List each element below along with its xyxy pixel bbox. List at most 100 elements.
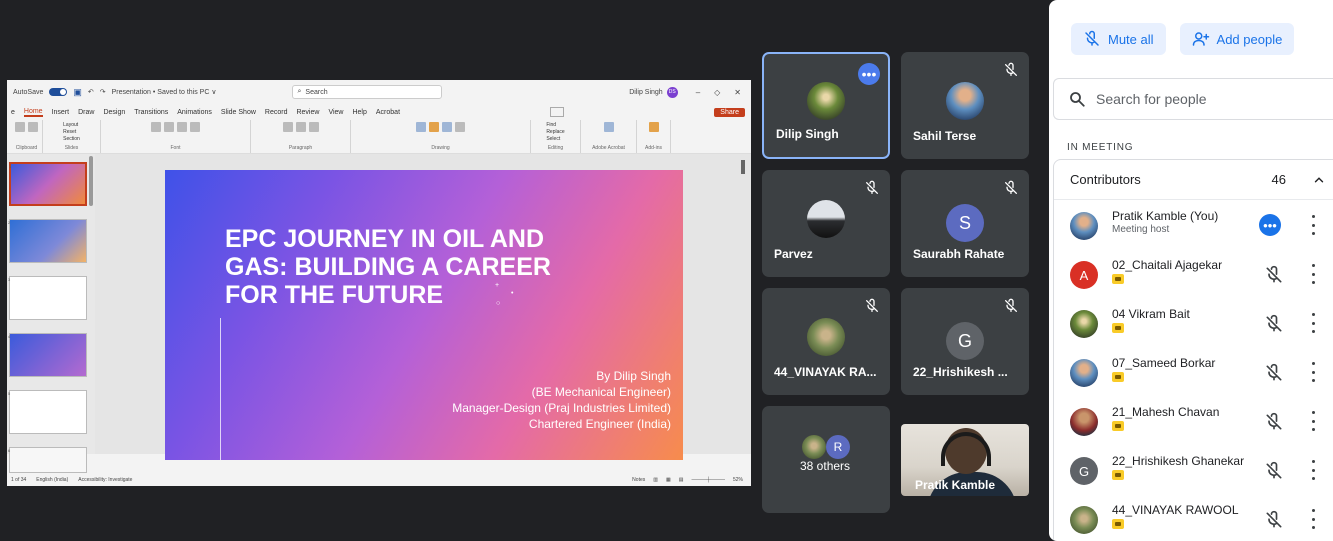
- ribbon-tab[interactable]: Acrobat: [376, 109, 400, 116]
- ribbon-tab[interactable]: Review: [296, 109, 319, 116]
- ppt-user[interactable]: Dilip Singh DS: [629, 86, 678, 98]
- mic-off-icon[interactable]: [1264, 461, 1284, 481]
- slide-thumbnail[interactable]: 2: [8, 219, 87, 263]
- ribbon-display-icon[interactable]: ◇: [714, 88, 720, 97]
- participant-tile-vinayak[interactable]: 44_VINAYAK RA...: [762, 288, 890, 395]
- kebab-menu-icon[interactable]: [1310, 313, 1316, 333]
- language-status[interactable]: English (India): [36, 477, 68, 483]
- kebab-menu-icon[interactable]: [1310, 460, 1316, 480]
- bullets-icon[interactable]: [282, 122, 293, 132]
- document-title[interactable]: Presentation • Saved to this PC ∨: [112, 88, 217, 96]
- layout-button[interactable]: Layout: [63, 122, 80, 129]
- autosave-toggle[interactable]: [49, 88, 68, 96]
- shape-fill-icon[interactable]: [455, 122, 465, 132]
- slide-thumbnail[interactable]: 1: [9, 162, 87, 206]
- mic-off-icon[interactable]: [1264, 412, 1284, 432]
- participant-tile-others[interactable]: R 38 others: [762, 406, 890, 513]
- participant-tile-hrishikesh[interactable]: G 22_Hrishikesh ...: [901, 288, 1029, 395]
- share-button[interactable]: Share: [714, 107, 745, 117]
- people-search-input[interactable]: Search for people: [1053, 78, 1333, 120]
- reading-view-icon[interactable]: ▤: [679, 477, 684, 483]
- save-icon[interactable]: ▣: [73, 87, 82, 98]
- self-video-tile[interactable]: Pratik Kamble: [901, 424, 1029, 496]
- participant-tile-saurabh[interactable]: S Saurabh Rahate: [901, 170, 1029, 277]
- ribbon-tab[interactable]: Insert: [52, 109, 70, 116]
- ribbon-tab[interactable]: Help: [352, 109, 366, 116]
- copy-icon[interactable]: [28, 122, 38, 132]
- numbering-icon[interactable]: [295, 122, 306, 132]
- slide-thumbnail[interactable]: 5: [8, 390, 87, 434]
- avatar: [1070, 310, 1098, 338]
- participant-row[interactable]: 44_VINAYAK RAWOOL: [1054, 496, 1333, 541]
- accessibility-status[interactable]: Accessibility: Investigate: [78, 477, 132, 483]
- mic-off-icon[interactable]: [1264, 314, 1284, 334]
- reset-button[interactable]: Reset: [63, 129, 80, 136]
- ribbon-tab[interactable]: Record: [265, 109, 288, 116]
- select-button[interactable]: Select: [546, 136, 564, 143]
- thumbnail-scrollbar[interactable]: [89, 156, 93, 206]
- close-icon[interactable]: ✕: [734, 88, 741, 97]
- normal-view-icon[interactable]: ▥: [653, 477, 658, 483]
- kebab-menu-icon[interactable]: [1310, 362, 1316, 382]
- ribbon-tab[interactable]: Draw: [78, 109, 94, 116]
- zoom-slider[interactable]: ―――┼―――: [691, 477, 725, 483]
- find-button[interactable]: Find: [546, 122, 564, 129]
- undo-icon[interactable]: ↶: [88, 88, 94, 96]
- zoom-level[interactable]: 52%: [733, 477, 743, 483]
- shapes-icon[interactable]: [416, 122, 426, 132]
- ribbon-tab[interactable]: Slide Show: [221, 109, 256, 116]
- comments-icon[interactable]: [550, 107, 565, 117]
- participant-row[interactable]: Pratik Kamble (You) Meeting host •••: [1054, 202, 1333, 250]
- slide-thumbnail[interactable]: 6: [8, 447, 87, 473]
- redo-icon[interactable]: ↷: [100, 88, 106, 96]
- participant-row[interactable]: A 02_Chaitali Ajagekar: [1054, 251, 1333, 299]
- kebab-menu-icon[interactable]: [1310, 264, 1316, 284]
- quick-styles-icon[interactable]: [442, 122, 452, 132]
- italic-icon[interactable]: [164, 122, 174, 132]
- font-color-icon[interactable]: [190, 122, 200, 132]
- slide-count: 1 of 34: [11, 477, 27, 483]
- mic-off-icon[interactable]: [1264, 363, 1284, 383]
- section-button[interactable]: Section: [63, 136, 80, 143]
- notes-button[interactable]: Notes: [632, 477, 645, 483]
- sorter-view-icon[interactable]: ▦: [666, 477, 671, 483]
- participant-row[interactable]: 07_Sameed Borkar: [1054, 349, 1333, 397]
- ribbon-tab[interactable]: Home: [23, 108, 43, 117]
- ribbon-tab[interactable]: Transitions: [134, 109, 168, 116]
- kebab-menu-icon[interactable]: [1310, 411, 1316, 431]
- mic-off-icon[interactable]: [1264, 265, 1284, 285]
- slide-scrollbar[interactable]: [741, 156, 747, 456]
- replace-button[interactable]: Replace: [546, 129, 564, 136]
- slide-thumbnail[interactable]: 3: [8, 276, 87, 320]
- kebab-menu-icon[interactable]: [1310, 215, 1316, 235]
- kebab-menu-icon[interactable]: [1310, 509, 1316, 529]
- arrange-icon[interactable]: [429, 122, 439, 132]
- participant-tile-sahil[interactable]: Sahil Terse: [901, 52, 1029, 159]
- align-icon[interactable]: [308, 122, 319, 132]
- minimize-icon[interactable]: –: [696, 88, 700, 97]
- participant-tile-parvez[interactable]: Parvez: [762, 170, 890, 277]
- participant-tile-dilip[interactable]: ••• Dilip Singh: [762, 52, 890, 159]
- participant-row[interactable]: 21_Mahesh Chavan: [1054, 398, 1333, 446]
- more-options-icon[interactable]: •••: [1259, 214, 1281, 236]
- ribbon-tab[interactable]: Design: [103, 109, 125, 116]
- mute-all-button[interactable]: Mute all: [1071, 23, 1166, 55]
- participant-row[interactable]: G 22_Hrishikesh Ghanekar: [1054, 447, 1333, 495]
- ribbon-tab[interactable]: Animations: [177, 109, 212, 116]
- current-slide[interactable]: EPC JOURNEY IN OIL AND GAS: BUILDING A C…: [165, 170, 683, 460]
- ribbon-tab[interactable]: View: [328, 109, 343, 116]
- add-people-button[interactable]: Add people: [1179, 23, 1295, 55]
- addins-icon[interactable]: [648, 122, 659, 132]
- participant-row[interactable]: 04 Vikram Bait: [1054, 300, 1333, 348]
- mic-off-icon[interactable]: [1264, 510, 1284, 530]
- contributors-header[interactable]: Contributors 46: [1054, 160, 1333, 200]
- bold-icon[interactable]: [151, 122, 161, 132]
- ribbon-tab[interactable]: e: [11, 109, 15, 116]
- slide-thumbnail[interactable]: 4: [8, 333, 87, 377]
- underline-icon[interactable]: [177, 122, 187, 132]
- ppt-search-box[interactable]: ⌕ Search: [292, 85, 443, 99]
- more-options-icon[interactable]: •••: [858, 63, 880, 85]
- paste-icon[interactable]: [15, 122, 25, 132]
- chevron-up-icon[interactable]: [1312, 173, 1326, 187]
- pdf-icon[interactable]: [603, 122, 614, 132]
